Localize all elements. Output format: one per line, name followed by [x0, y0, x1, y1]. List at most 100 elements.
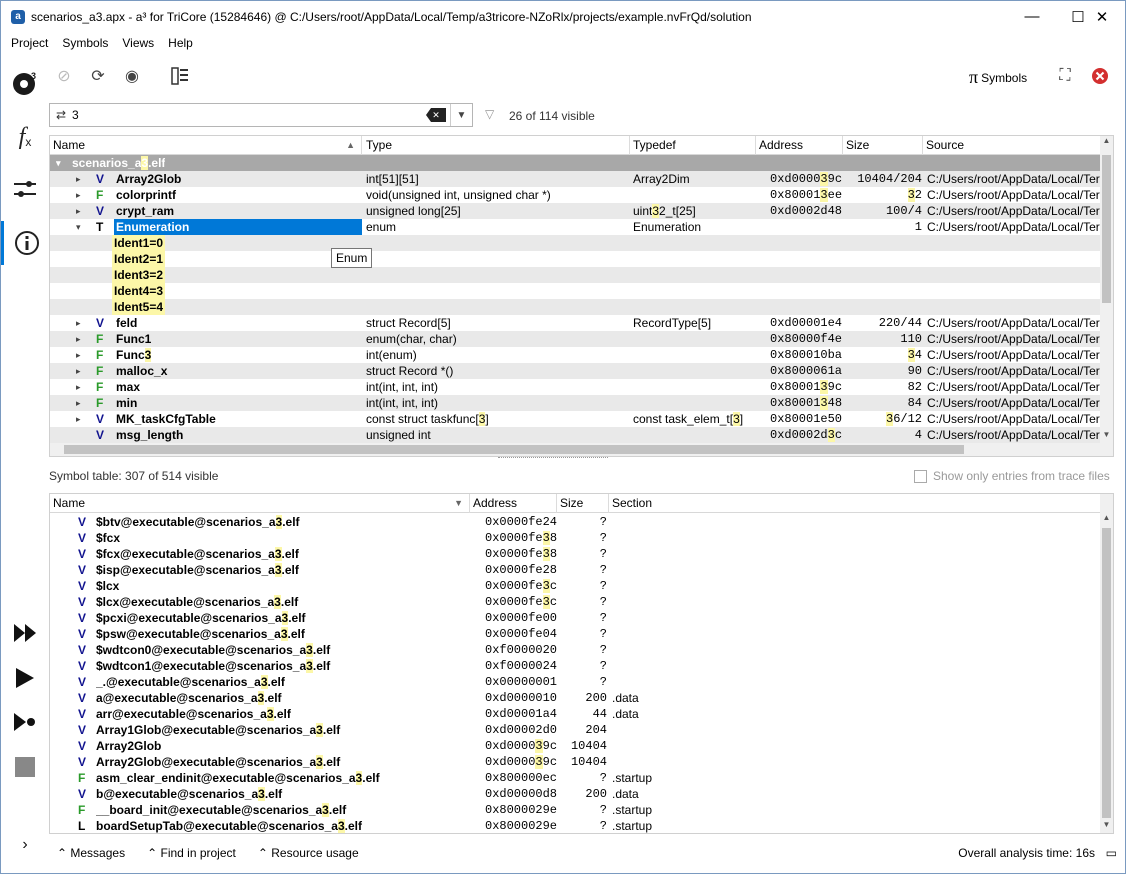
symbol-row[interactable]: V $btv@executable@scenarios_a3.elf 0x0000f… — [50, 514, 1100, 530]
tree-hscroll[interactable] — [50, 443, 1113, 456]
splitter-handle[interactable] — [498, 457, 608, 463]
symbol-row[interactable]: Varr@executable@scenarios_a3.elf 0xd00001… — [50, 706, 1100, 722]
expand-arrow-icon[interactable]: ▸ — [76, 203, 88, 219]
symbol-row[interactable]: V $wdtcon0@executable@scenarios_a3.elf 0xf… — [50, 642, 1100, 658]
enum-value-row[interactable]: Ident3=2 — [50, 267, 1100, 283]
scroll-up-icon[interactable]: ▲ — [1100, 136, 1113, 149]
sym-col-size[interactable]: Size — [557, 494, 609, 513]
col-address[interactable]: Address — [756, 136, 843, 155]
expand-chevron-icon[interactable]: › — [1, 825, 49, 865]
sym-vscroll-thumb[interactable] — [1102, 528, 1111, 818]
expand-arrow-icon[interactable]: ▸ — [76, 187, 88, 203]
filter-options-icon[interactable]: ⇄ — [50, 108, 72, 122]
monitor-icon[interactable]: ▭ — [1106, 846, 1117, 860]
menu-views[interactable]: Views — [122, 36, 154, 50]
filter-value[interactable]: 3 — [72, 108, 426, 122]
symbol-row[interactable]: Va@executable@scenarios_a3.elf 0xd0000010… — [50, 690, 1100, 706]
messages-toggle[interactable]: ⌃ Messages — [57, 846, 125, 860]
tree-row[interactable]: ▸ V MK_taskCfgTable const struct taskfunc[3… — [50, 411, 1100, 427]
tree-row[interactable]: ▸ Fcolorprintf void(unsigned int, unsigned… — [50, 187, 1100, 203]
enum-value-row[interactable]: Ident1=0 — [50, 235, 1100, 251]
tree-row[interactable]: ▾ T Enumeration enum Enumeration 1 C:/Users/ro… — [50, 219, 1100, 235]
symbol-row[interactable]: F __board_init@executable@scenarios_a3.el… — [50, 802, 1100, 818]
symbol-row[interactable]: V $wdtcon1@executable@scenarios_a3.elf 0xf… — [50, 658, 1100, 674]
play-icon[interactable] — [1, 658, 49, 698]
tree-row[interactable]: ▸ F Func1 enum(char, char) 0x80000f4e 110 C:/U… — [50, 331, 1100, 347]
enum-value-row[interactable]: Ident2=1 — [50, 251, 1100, 267]
group-row[interactable]: ▾ scenarios_a3.elf — [50, 155, 1100, 171]
col-source[interactable]: Source — [923, 136, 1103, 155]
tree-row[interactable]: ▸ V Array2Glob int[51][51] Array2Dim 0xd00003… — [50, 171, 1100, 187]
sym-col-section[interactable]: Section — [609, 494, 1089, 513]
sym-col-name[interactable]: Name ▼ — [50, 494, 470, 513]
tree-row[interactable]: ▸ Fmalloc_x struct Record *() 0x8000061a 90 C… — [50, 363, 1100, 379]
tree-hscroll-thumb[interactable] — [64, 445, 964, 454]
symbol-row[interactable]: V $lcx@executable@scenarios_a3.elf 0x0000f… — [50, 594, 1100, 610]
symbol-row[interactable]: LboardSetupTab@executable@scenarios_a3.e… — [50, 818, 1100, 833]
symbol-row[interactable]: V $psw@executable@scenarios_a3.elf 0x0000f… — [50, 626, 1100, 642]
group-collapse-icon[interactable]: ▾ — [56, 155, 61, 171]
menu-project[interactable]: Project — [11, 36, 48, 50]
expand-arrow-icon[interactable]: ▸ — [76, 395, 88, 411]
tree-vscroll-thumb[interactable] — [1102, 155, 1111, 303]
tree-row[interactable]: ▸ Vcrypt_ram unsigned long[25] uint32_t[25]… — [50, 203, 1100, 219]
symbol-row[interactable]: V Array2Glob@executable@scenarios_a3.elf 0… — [50, 754, 1100, 770]
run-circle-icon[interactable]: ◉ — [121, 65, 143, 87]
enum-value-row[interactable]: Ident4=3 — [50, 283, 1100, 299]
sym-scroll-down-icon[interactable]: ▼ — [1100, 820, 1113, 833]
minimize-button[interactable]: — — [1009, 1, 1055, 32]
expand-arrow-icon[interactable]: ▸ — [76, 315, 88, 331]
scroll-down-icon[interactable]: ▼ — [1100, 430, 1113, 443]
expand-arrow-icon[interactable]: ▸ — [76, 363, 88, 379]
tree-row[interactable]: Vmsg_length unsigned int 0xd0002d3c 4 C:/Use… — [50, 427, 1100, 443]
settings-sliders-icon[interactable] — [1, 167, 49, 211]
trace-checkbox-box[interactable] — [914, 469, 927, 483]
tree-row[interactable]: ▸ F Func3 int(enum) 0x800010ba 34 C:/Users/roo… — [50, 347, 1100, 363]
stop-icon[interactable] — [1, 747, 49, 787]
collapse-arrow-icon[interactable]: ▾ — [76, 219, 88, 235]
symbol-row[interactable]: V Array1Glob@executable@scenarios_a3.elf 0… — [50, 722, 1100, 738]
symbol-table[interactable]: Name ▼ Address Size Section V $btv@executa… — [49, 493, 1114, 834]
close-window-button[interactable]: ✕ — [1079, 1, 1125, 32]
symbol-row[interactable]: V $pcxi@executable@scenarios_a3.elf 0x0000… — [50, 610, 1100, 626]
symbol-row[interactable]: Vb@executable@scenarios_a3.elf 0xd00000d8… — [50, 786, 1100, 802]
menu-help[interactable]: Help — [168, 36, 193, 50]
step-icon[interactable] — [1, 702, 49, 742]
expand-arrow-icon[interactable]: ▸ — [76, 411, 88, 427]
tree-vscroll[interactable]: ▲ ▼ — [1100, 136, 1113, 456]
fullscreen-icon[interactable]: ⛶ — [1054, 65, 1076, 87]
symbol-row[interactable]: V _.@executable@scenarios_a3.elf 0x0000000… — [50, 674, 1100, 690]
functions-icon[interactable]: fx — [1, 115, 49, 159]
type-tree-table[interactable]: Name ▲ Type Typedef Address Size Source ▾… — [49, 135, 1114, 457]
clear-filter-icon[interactable]: ✕ — [426, 108, 446, 122]
menu-symbols[interactable]: Symbols — [62, 36, 108, 50]
expand-arrow-icon[interactable]: ▸ — [76, 347, 88, 363]
tree-row[interactable]: ▸ Vfeld struct Record[5] RecordType[5] 0xd00… — [50, 315, 1100, 331]
filter-input[interactable]: ⇄ 3 ✕ ▼ — [49, 103, 473, 127]
info-icon[interactable] — [1, 221, 49, 265]
expand-arrow-icon[interactable]: ▸ — [76, 379, 88, 395]
col-type[interactable]: Type — [363, 136, 630, 155]
enum-value-row[interactable]: Ident5=4 — [50, 299, 1100, 315]
symbol-row[interactable]: V $fcx 0x0000fe38? — [50, 530, 1100, 546]
symbol-row[interactable]: V $fcx@executable@scenarios_a3.elf 0x0000f… — [50, 546, 1100, 562]
layout-icon[interactable] — [169, 65, 191, 87]
trace-filter-checkbox[interactable]: Show only entries from trace files — [914, 469, 1110, 483]
find-toggle[interactable]: ⌃ Find in project — [147, 846, 236, 860]
tree-row[interactable]: ▸ Fmax int(int, int, int) 0x8000139c 82 C:/Us… — [50, 379, 1100, 395]
sym-scroll-up-icon[interactable]: ▲ — [1100, 513, 1113, 526]
a3-logo-icon[interactable]: 3 — [1, 61, 49, 105]
symbol-vscroll[interactable]: ▲ ▼ — [1100, 494, 1113, 833]
symbol-row[interactable]: V $lcx 0x0000fe3c? — [50, 578, 1100, 594]
filter-dropdown-icon[interactable]: ▼ — [450, 104, 472, 126]
symbol-row[interactable]: V Array2Glob 0xd000039c 10404 — [50, 738, 1100, 754]
resource-toggle[interactable]: ⌃ Resource usage — [258, 846, 359, 860]
symbol-row[interactable]: Fasm_clear_endinit@executable@scenarios_… — [50, 770, 1100, 786]
tree-row[interactable]: ▸ Fmin int(int, int, int) 0x80001348 84 C:/Us… — [50, 395, 1100, 411]
sym-col-address[interactable]: Address — [470, 494, 557, 513]
close-panel-icon[interactable] — [1089, 65, 1111, 87]
refresh-icon[interactable]: ⟳ — [87, 65, 109, 87]
col-name[interactable]: Name ▲ — [50, 136, 362, 155]
fast-forward-icon[interactable] — [1, 613, 49, 653]
symbols-toggle-button[interactable]: π Symbols — [969, 67, 1027, 88]
